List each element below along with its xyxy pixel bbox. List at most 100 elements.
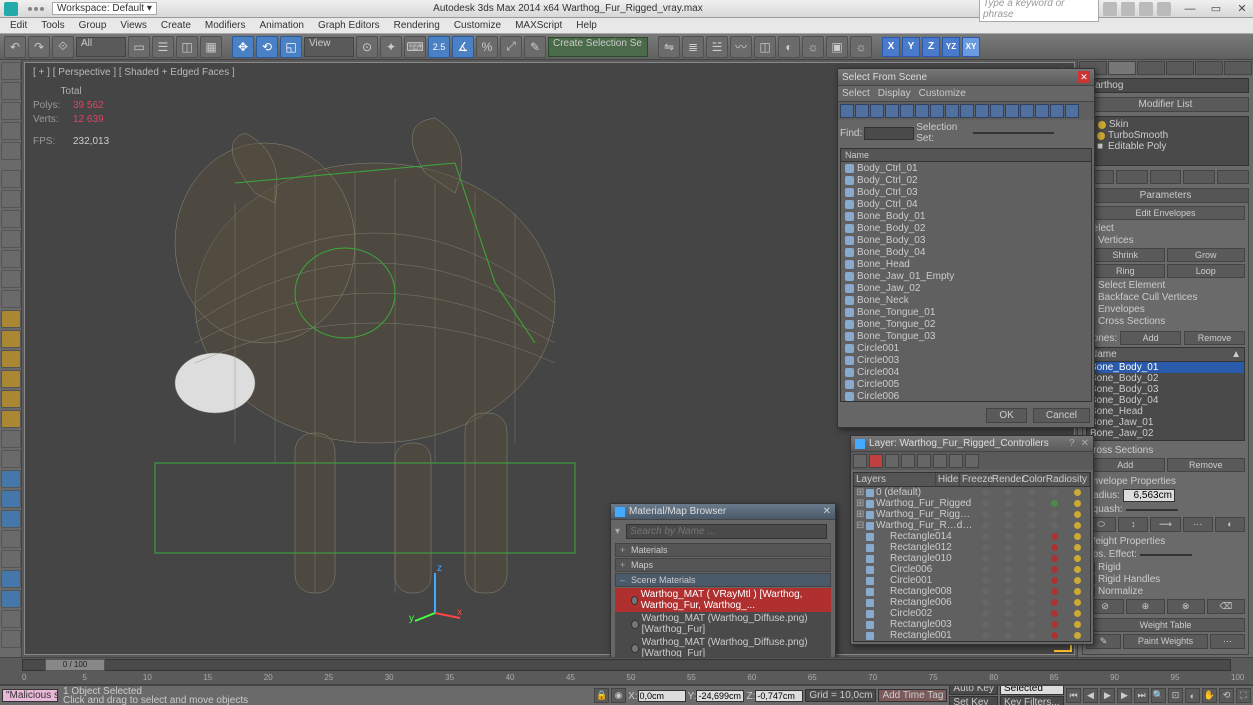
lt-modeling-3[interactable] [1, 210, 21, 228]
lt-modeling-5[interactable] [1, 250, 21, 268]
toolbar-dots[interactable] [28, 7, 46, 11]
play-button[interactable]: ▶ [1100, 688, 1115, 703]
refcoord-dropdown[interactable]: View [304, 37, 354, 57]
weight-table-button[interactable]: Weight Table [1086, 618, 1245, 632]
sfs-item[interactable]: Bone_Body_04 [841, 246, 1091, 258]
time-slider-thumb[interactable]: 0 / 100 [45, 659, 105, 671]
menu-create[interactable]: Create [155, 20, 197, 31]
modifier-list-dropdown[interactable]: Modifier List [1082, 97, 1249, 112]
sfs-item[interactable]: Body_Ctrl_04 [841, 198, 1091, 210]
help-icon[interactable] [1157, 2, 1171, 16]
sfs-find-input[interactable] [864, 127, 914, 140]
tab-display[interactable] [1195, 61, 1223, 75]
key-filters-button[interactable]: Key Filters... [1000, 696, 1064, 705]
lt-2[interactable] [1, 82, 21, 100]
maximize-button[interactable]: ▭ [1209, 2, 1223, 16]
lt-misc-5[interactable] [1, 610, 21, 628]
menu-views[interactable]: Views [114, 20, 153, 31]
lt-prim-2[interactable] [1, 330, 21, 348]
goto-end[interactable]: ⏭ [1134, 688, 1149, 703]
mmb-mat-0[interactable]: Warthog_MAT ( VRayMtl ) [Warthog, Wartho… [615, 588, 831, 612]
lt-grid-1[interactable] [1, 430, 21, 448]
layer-row[interactable]: ⊞Warthog_Fur_Rigged [854, 498, 1090, 509]
lt-prim-3[interactable] [1, 350, 21, 368]
layers-close-button[interactable]: ✕ [1081, 438, 1089, 449]
rotate-button[interactable]: ⟲ [256, 36, 278, 58]
undo-button[interactable]: ↶ [4, 36, 26, 58]
menu-rendering[interactable]: Rendering [388, 20, 446, 31]
bone-item[interactable]: Bone_Jaw_02 [1087, 428, 1244, 439]
sfs-tab-select[interactable]: Select [842, 88, 870, 99]
nav-maximize[interactable]: ⛶ [1236, 688, 1251, 703]
sfs-selection-set[interactable] [973, 132, 1054, 134]
menu-help[interactable]: Help [570, 20, 603, 31]
schematic-button[interactable]: ◫ [754, 36, 776, 58]
add-time-tag[interactable]: Add Time Tag [878, 689, 947, 702]
tab-modify[interactable] [1108, 61, 1136, 75]
key-mode-dropdown[interactable]: Selected [1000, 685, 1064, 695]
sfs-list[interactable]: Name Body_Ctrl_01Body_Ctrl_02Body_Ctrl_0… [840, 148, 1092, 402]
rollout-parameters[interactable]: Parameters [1082, 188, 1249, 203]
angle-snap-button[interactable]: ∡ [452, 36, 474, 58]
keyboard-shortcut-button[interactable]: ⌨ [404, 36, 426, 58]
menu-animation[interactable]: Animation [253, 20, 309, 31]
auto-key-button[interactable]: Auto Key [949, 685, 998, 695]
align-button[interactable]: ≣ [682, 36, 704, 58]
lt-prim-1[interactable] [1, 310, 21, 328]
material-editor-button[interactable]: ◐ [778, 36, 800, 58]
sfs-item[interactable]: Body_Ctrl_02 [841, 174, 1091, 186]
time-slider-track[interactable]: 0 / 100 [22, 659, 1231, 671]
lt-5[interactable] [1, 142, 21, 160]
lt-1[interactable] [1, 62, 21, 80]
menu-maxscript[interactable]: MAXScript [509, 20, 568, 31]
layer-row[interactable]: Rectangle014 [854, 531, 1090, 542]
layer-row[interactable]: ⊟Warthog_Fur_R…d_Cont [854, 520, 1090, 531]
tab-motion[interactable] [1166, 61, 1194, 75]
sfs-item[interactable]: Body_Ctrl_01 [841, 162, 1091, 174]
select-name-button[interactable]: ☰ [152, 36, 174, 58]
close-button[interactable]: ✕ [1235, 2, 1249, 16]
nav-zoom[interactable]: 🔍 [1151, 688, 1166, 703]
spinner-snap-button[interactable]: ⤢ [500, 36, 522, 58]
select-region-button[interactable]: ◫ [176, 36, 198, 58]
select-object-button[interactable]: ▭ [128, 36, 150, 58]
link-button[interactable]: ⟐ [52, 36, 74, 58]
lt-helper-3[interactable] [1, 510, 21, 528]
lt-light-2[interactable] [1, 410, 21, 428]
next-frame[interactable]: ▶ [1117, 688, 1132, 703]
lock-selection[interactable]: 🔒 [594, 688, 609, 703]
remove-bone-button[interactable]: Remove [1184, 331, 1245, 345]
sfs-tab-display[interactable]: Display [878, 88, 911, 99]
mmb-mat-1[interactable]: Warthog_MAT (Warthog_Diffuse.png) [Warth… [615, 612, 831, 636]
menu-edit[interactable]: Edit [4, 20, 33, 31]
isolate-toggle[interactable]: ◉ [611, 688, 626, 703]
sfs-item[interactable]: Bone_Tongue_02 [841, 318, 1091, 330]
bone-item[interactable]: Bone_Neck [1087, 439, 1244, 441]
lt-misc-4[interactable] [1, 590, 21, 608]
sfs-item[interactable]: Bone_Jaw_02 [841, 282, 1091, 294]
sfs-item[interactable]: Bone_Body_01 [841, 210, 1091, 222]
mmb-close-button[interactable]: ✕ [823, 506, 831, 517]
coord-z[interactable] [755, 690, 803, 702]
layer-new[interactable] [853, 454, 867, 468]
sfs-item[interactable]: Bone_Jaw_01_Empty [841, 270, 1091, 282]
layer-row[interactable]: Rectangle006 [854, 597, 1090, 608]
layer-delete[interactable] [869, 454, 883, 468]
lt-grid-2[interactable] [1, 450, 21, 468]
mmb-sec-maps[interactable]: Maps [615, 558, 831, 572]
remove-modifier[interactable] [1183, 170, 1215, 184]
edit-envelopes-button[interactable]: Edit Envelopes [1086, 206, 1245, 220]
bone-item[interactable]: Bone_Body_01 [1087, 362, 1244, 373]
window-crossing-button[interactable]: ▦ [200, 36, 222, 58]
sfs-item[interactable]: Circle004 [841, 366, 1091, 378]
sfs-item[interactable]: Circle006 [841, 390, 1091, 402]
shrink-button[interactable]: Shrink [1086, 248, 1165, 262]
lt-misc-3[interactable] [1, 570, 21, 588]
lt-helper-2[interactable] [1, 490, 21, 508]
favorites-icon[interactable] [1139, 2, 1153, 16]
axis-x[interactable]: X [882, 37, 900, 57]
bone-item[interactable]: Bone_Head [1087, 406, 1244, 417]
lt-modeling-2[interactable] [1, 190, 21, 208]
menu-tools[interactable]: Tools [35, 20, 70, 31]
cs-add-button[interactable]: Add [1086, 458, 1165, 472]
